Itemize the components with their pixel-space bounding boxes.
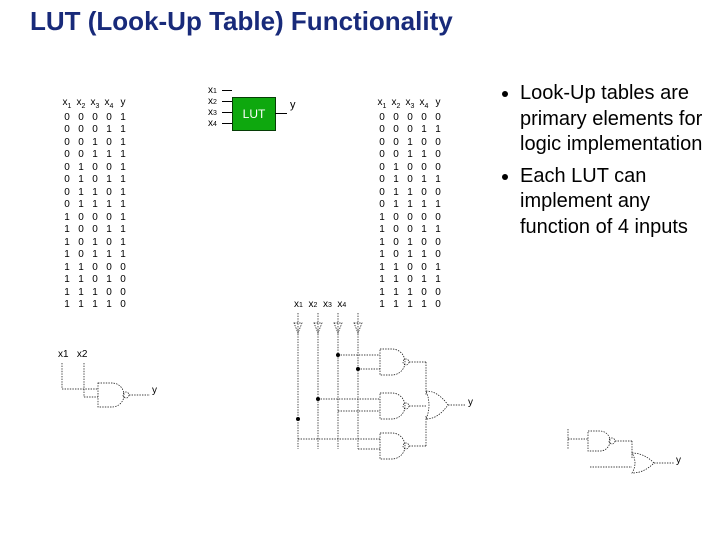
circuit-mid-out: y bbox=[468, 397, 473, 408]
truth-table-left: x1x2x3x4y0000100011001010011101001010110… bbox=[60, 97, 130, 312]
bullet-item: Look-Up tables are primary elements for … bbox=[520, 81, 710, 158]
circuit-right: y bbox=[560, 419, 700, 499]
slide-title: LUT (Look-Up Table) Functionality bbox=[0, 0, 720, 39]
circuit-complex: x1 x2 x3 x4 bbox=[286, 299, 486, 499]
circuit-nand-simple: x1 x2 y bbox=[54, 349, 214, 459]
lut-block: LUT bbox=[232, 97, 276, 131]
circuit-right-out: y bbox=[676, 455, 681, 466]
circuit-left-in1: x1 bbox=[58, 349, 69, 360]
truth-table-right: x1x2x3x4y0000000011001000011001000010110… bbox=[375, 97, 445, 312]
slide-content: x1x2x3x4y0000100011001010011101001010110… bbox=[0, 39, 720, 539]
bullet-item: Each LUT can implement any function of 4… bbox=[520, 164, 710, 241]
lut-output-label: y bbox=[290, 99, 296, 111]
lut-input-labels: x1x2x3x4 bbox=[208, 85, 217, 129]
bullet-list: Look-Up tables are primary elements for … bbox=[500, 81, 710, 247]
circuit-left-in2: x2 bbox=[77, 349, 88, 360]
circuit-left-out: y bbox=[152, 385, 157, 396]
